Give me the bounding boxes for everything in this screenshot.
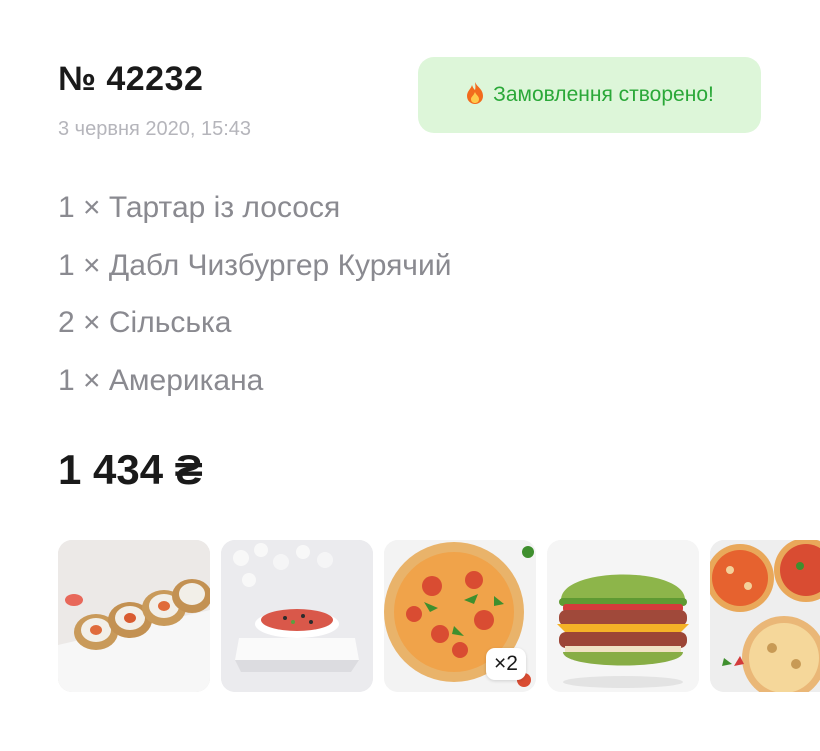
order-total: 1 434 ₴ [58,446,203,493]
sushi-rolls-image[interactable] [58,540,210,692]
order-date: 3 червня 2020, 15:43 [58,118,252,140]
order-items-list: 1 × Тартар із лосося 1 × Дабл Чизбургер … [58,188,451,418]
order-item: 1 × Американа [58,363,264,397]
status-text: Замовлення створено! [493,83,714,106]
order-item: 1 × Тартар із лосося [58,191,341,224]
quantity-badge: ×2 [486,648,526,680]
status-badge: Замовлення створено! [418,57,761,133]
pizza-silska-image[interactable]: ×2 [384,540,536,692]
chicken-double-cheeseburger-image[interactable] [547,540,699,692]
order-item: 1 × Дабл Чизбургер Курячий [58,248,452,282]
order-item: 2 × Сільська [58,306,232,339]
pizza-americana-image[interactable] [710,540,820,692]
product-thumbnails: ×2 [58,540,820,694]
salmon-tartare-image[interactable] [221,540,373,692]
fire-icon [465,81,485,109]
order-number: № 42232 [58,60,204,98]
